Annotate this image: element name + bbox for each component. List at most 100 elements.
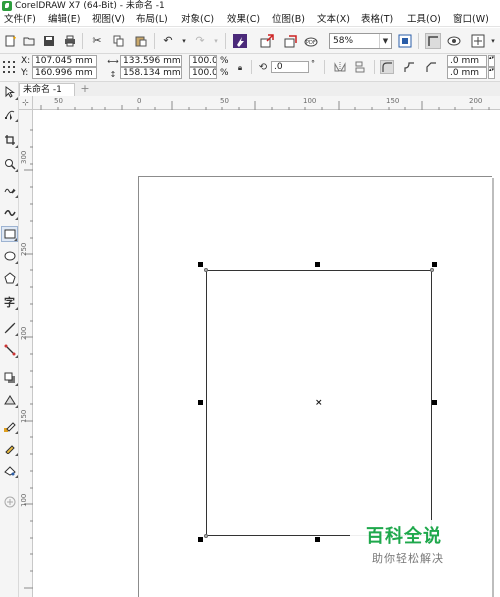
ellipse-tool-icon[interactable]	[1, 248, 18, 264]
scalloped-corner-icon[interactable]	[402, 60, 416, 74]
mirror-horizontal-icon[interactable]	[333, 60, 347, 74]
open-icon[interactable]	[21, 33, 37, 49]
publish-pdf-icon[interactable]: PDF	[303, 33, 319, 49]
scale-y-unit: %	[220, 68, 229, 78]
undo-dropdown-icon[interactable]: ▾	[176, 33, 192, 49]
menu-layout[interactable]: 布局(L)	[136, 12, 168, 27]
menu-effects[interactable]: 效果(C)	[227, 12, 260, 27]
print-icon[interactable]	[62, 33, 78, 49]
redo-dropdown-icon[interactable]: ▾	[208, 33, 224, 49]
ruler-tick-label: 150	[386, 97, 400, 105]
corner-node[interactable]	[204, 268, 208, 272]
corner-node[interactable]	[204, 534, 208, 538]
new-icon[interactable]: ✦	[2, 33, 18, 49]
interactive-fill-icon[interactable]	[1, 440, 18, 456]
rotation-angle-field[interactable]: .0	[271, 61, 309, 73]
save-icon[interactable]	[41, 33, 57, 49]
menu-tools[interactable]: 工具(O)	[407, 12, 441, 27]
menu-view[interactable]: 视图(V)	[92, 12, 125, 27]
menu-edit[interactable]: 编辑(E)	[48, 12, 80, 27]
options-icon[interactable]	[470, 33, 486, 49]
chevron-down-icon[interactable]: ▼	[379, 34, 391, 48]
selection-handle-middle-left[interactable]	[198, 400, 203, 405]
menu-window[interactable]: 窗口(W)	[453, 12, 489, 27]
pick-tool-icon[interactable]	[1, 84, 18, 100]
shape-tool-icon[interactable]	[1, 106, 18, 122]
zoom-level-select[interactable]: 58% ▼	[329, 33, 392, 49]
selection-handle-bottom-center[interactable]	[315, 537, 320, 542]
selection-handle-top-right[interactable]	[432, 262, 437, 267]
toolbox: 字	[0, 82, 19, 597]
tab-untitled-1[interactable]: 未命名 -1	[19, 83, 75, 96]
menu-object[interactable]: 对象(C)	[181, 12, 214, 27]
corner-top-stepper[interactable]: ▴▾	[488, 55, 495, 67]
polygon-tool-icon[interactable]	[1, 270, 18, 286]
corner-bottom-stepper[interactable]: ▴▾	[488, 67, 495, 79]
add-tool-icon[interactable]	[1, 494, 18, 510]
object-origin-icon[interactable]	[2, 60, 16, 74]
watermark-subtitle: 助你轻松解决	[372, 552, 444, 565]
redo-icon[interactable]: ↷	[192, 33, 208, 49]
view-icon[interactable]	[446, 33, 462, 49]
snap-to-icon[interactable]	[425, 33, 441, 49]
x-position-label: X:	[21, 56, 31, 66]
vertical-ruler[interactable]: 300 250 200 150 100	[19, 110, 33, 597]
rotation-center-marker[interactable]: ×	[315, 398, 323, 408]
watermark: 百科全说 助你轻松解决	[350, 520, 490, 568]
copy-icon[interactable]	[111, 33, 127, 49]
svg-text:✦: ✦	[12, 35, 16, 42]
selection-handle-top-left[interactable]	[198, 262, 203, 267]
corner-radius-bottom-field[interactable]: .0 mm	[447, 67, 487, 79]
chamfered-corner-icon[interactable]	[424, 60, 438, 74]
width-field[interactable]: 133.596 mm	[120, 55, 182, 67]
scale-x-field[interactable]: 100.0	[189, 55, 217, 67]
export-icon[interactable]	[283, 33, 299, 49]
window-title: CorelDRAW X7 (64-Bit) - 未命名 -1	[15, 1, 165, 11]
color-eyedropper-icon[interactable]	[1, 418, 18, 434]
scale-y-field[interactable]: 100.0	[189, 67, 217, 79]
toolbar-overflow-icon[interactable]: ▾	[488, 33, 498, 49]
corel-connect-icon[interactable]	[232, 33, 248, 49]
undo-icon[interactable]: ↶	[160, 33, 176, 49]
transparency-tool-icon[interactable]	[1, 392, 18, 408]
toolbar-separator	[225, 33, 226, 49]
text-tool-icon[interactable]: 字	[1, 294, 18, 310]
add-tab-icon[interactable]: +	[80, 83, 90, 94]
y-position-field[interactable]: 160.996 mm	[32, 67, 97, 79]
horizontal-ruler[interactable]: 50 0 50 100 150 200	[33, 96, 500, 110]
selection-handle-middle-right[interactable]	[432, 400, 437, 405]
crop-tool-icon[interactable]	[1, 132, 18, 148]
selection-handle-top-center[interactable]	[315, 262, 320, 267]
ruler-origin-icon[interactable]: ⊹	[19, 96, 33, 110]
lock-ratio-icon[interactable]: 🔒︎	[233, 61, 247, 75]
mirror-vertical-icon[interactable]	[353, 60, 367, 74]
x-position-field[interactable]: 107.045 mm	[32, 55, 97, 67]
property-bar: X: 107.045 mm Y: 160.996 mm ⟷ 133.596 mm…	[0, 54, 500, 82]
full-screen-icon[interactable]	[397, 33, 413, 49]
selection-handle-bottom-left[interactable]	[198, 537, 203, 542]
connector-tool-icon[interactable]	[1, 342, 18, 358]
artistic-media-icon[interactable]	[1, 204, 18, 220]
import-icon[interactable]	[259, 33, 275, 49]
rectangle-tool-icon[interactable]	[1, 226, 18, 242]
rotation-icon: ⟲	[258, 61, 268, 73]
cut-icon[interactable]: ✂	[89, 33, 105, 49]
vertical-ruler-ticks	[24, 129, 33, 589]
coreldraw-window: CorelDRAW X7 (64-Bit) - 未命名 -1 文件(F) 编辑(…	[0, 0, 500, 597]
corner-radius-top-field[interactable]: .0 mm	[447, 55, 487, 67]
paste-icon[interactable]	[133, 33, 149, 49]
drop-shadow-icon[interactable]	[1, 370, 18, 386]
round-corner-icon[interactable]	[380, 60, 394, 74]
parallel-dimension-icon[interactable]	[1, 320, 18, 336]
menu-table[interactable]: 表格(T)	[361, 12, 393, 27]
freehand-tool-icon[interactable]	[1, 182, 18, 198]
menu-file[interactable]: 文件(F)	[4, 12, 36, 27]
smart-fill-icon[interactable]	[1, 462, 18, 478]
zoom-tool-icon[interactable]	[1, 156, 18, 172]
corner-node[interactable]	[430, 268, 434, 272]
standard-toolbar: ✦ ✂ ↶ ▾ ↷ ▾ PDF 58% ▼ ▾	[0, 28, 500, 54]
ruler-tick-label: 50	[54, 97, 63, 105]
height-field[interactable]: 158.134 mm	[120, 67, 182, 79]
menu-bitmaps[interactable]: 位图(B)	[272, 12, 305, 27]
menu-text[interactable]: 文本(X)	[317, 12, 350, 27]
